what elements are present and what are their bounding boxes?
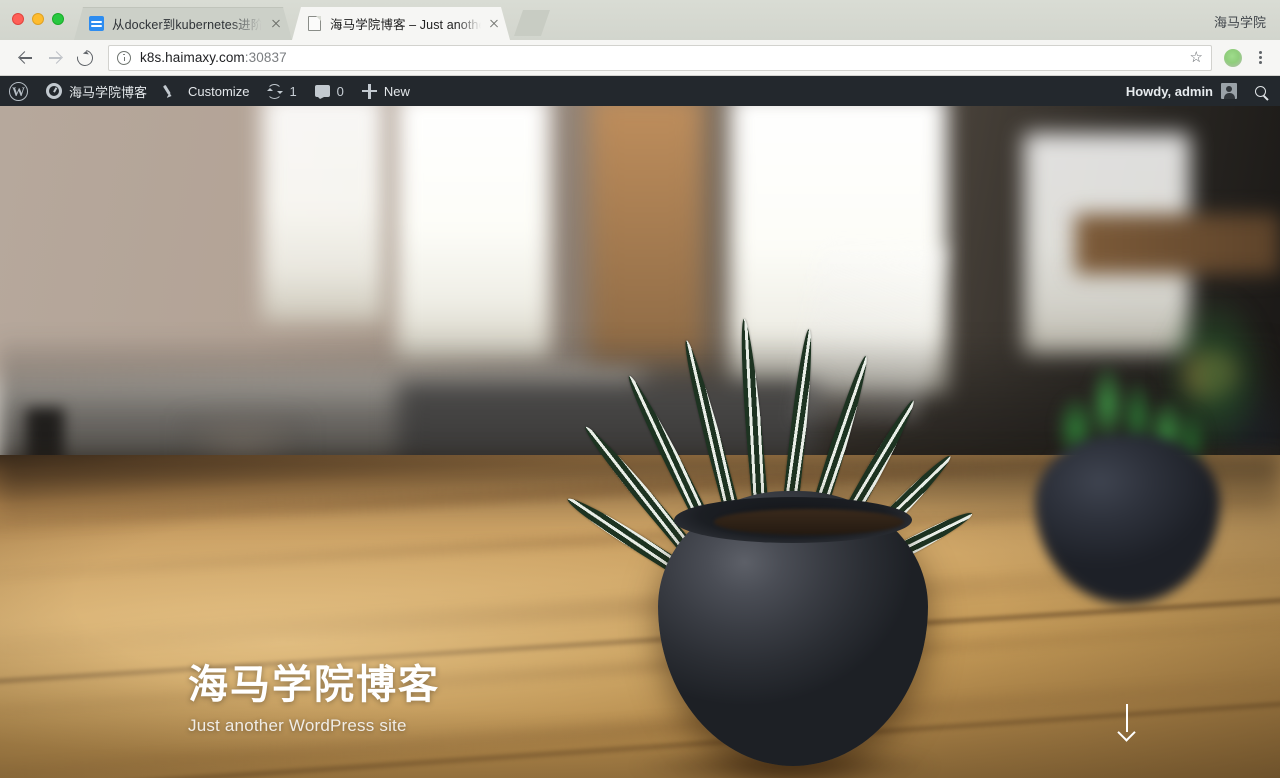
avatar: [1221, 83, 1237, 99]
url-host: k8s.haimaxy.com: [140, 50, 245, 65]
adminbar-new-label: New: [383, 83, 410, 99]
forward-arrow-icon: [48, 50, 63, 65]
secondary-potted-plant: [1015, 346, 1245, 626]
adminbar-comments-count: 0: [336, 83, 344, 99]
url-port: :30837: [244, 50, 287, 65]
tabs-container: 从docker到kubernetes进阶课程 海马学院博客 – Just ano…: [74, 0, 550, 40]
adminbar-item-customize[interactable]: Customize: [156, 76, 258, 106]
maximize-window-button[interactable]: [52, 13, 64, 25]
background-window: [396, 106, 551, 362]
wordpress-logo-menu[interactable]: W: [0, 76, 37, 106]
blue-doc-icon: [88, 16, 104, 32]
browser-toolbar: k8s.haimaxy.com:30837 ☆: [0, 40, 1280, 76]
profile-avatar-icon[interactable]: [1224, 48, 1242, 67]
search-icon: [1255, 85, 1266, 97]
close-window-button[interactable]: [12, 13, 24, 25]
reload-icon: [73, 46, 97, 69]
window-traffic-lights: [12, 13, 64, 25]
plus-icon: [361, 83, 377, 99]
tab-1-title: 从docker到kubernetes进阶课程: [112, 18, 263, 32]
adminbar-updates-count: 1: [289, 83, 297, 99]
adminbar-item-comments[interactable]: 0: [306, 76, 353, 106]
bookmark-star-icon[interactable]: ☆: [1190, 50, 1203, 65]
adminbar-site-name-label: 海马学院博客: [69, 84, 148, 100]
close-icon[interactable]: [486, 16, 502, 32]
tab-2-title: 海马学院博客 – Just another WordPress site: [330, 18, 481, 32]
page-icon: [306, 16, 322, 32]
comment-icon: [314, 85, 330, 99]
browser-window: 从docker到kubernetes进阶课程 海马学院博客 – Just ano…: [0, 0, 1280, 778]
adminbar-customize-label: Customize: [188, 83, 250, 99]
hero-header: 海马学院博客 Just another WordPress site: [0, 106, 1280, 778]
wordpress-admin-bar: W 海马学院博客 Customize 1 0 New Howdy, admin: [0, 76, 1280, 106]
url-text: k8s.haimaxy.com:30837: [140, 50, 287, 65]
adminbar-search-button[interactable]: [1247, 85, 1280, 97]
hero-text-block: 海马学院博客 Just another WordPress site: [188, 660, 440, 736]
plant-pot: [658, 491, 928, 766]
secondary-plant-pot: [1035, 434, 1220, 604]
pot-soil: [714, 509, 904, 535]
adminbar-item-new[interactable]: New: [353, 76, 419, 106]
background-window: [262, 106, 384, 322]
howdy-label: Howdy, admin: [1125, 83, 1213, 99]
adminbar-item-updates[interactable]: 1: [258, 76, 305, 106]
browser-tab-strip: 从docker到kubernetes进阶课程 海马学院博客 – Just ano…: [0, 0, 1280, 40]
background-shelf: [1075, 213, 1280, 274]
adminbar-account-menu[interactable]: Howdy, admin: [1118, 83, 1247, 99]
site-info-icon[interactable]: [117, 50, 131, 65]
browser-tab-1[interactable]: 从docker到kubernetes进阶课程: [74, 7, 292, 40]
new-tab-button[interactable]: [514, 10, 550, 36]
three-dot-menu-icon[interactable]: [1250, 50, 1270, 65]
back-button[interactable]: [10, 43, 40, 73]
browser-tab-2[interactable]: 海马学院博客 – Just another WordPress site: [292, 7, 510, 40]
minimize-window-button[interactable]: [32, 13, 44, 25]
update-icon: [266, 83, 283, 99]
page-title: 海马学院博客: [188, 663, 440, 707]
pot-rim: [674, 497, 912, 543]
profile-name-label[interactable]: 海马学院: [1214, 12, 1266, 31]
site-tagline: Just another WordPress site: [188, 716, 407, 735]
forward-button[interactable]: [40, 43, 70, 73]
wordpress-logo-icon: W: [9, 81, 28, 101]
close-icon[interactable]: [268, 16, 284, 32]
back-arrow-icon: [18, 50, 33, 65]
scroll-down-arrow-icon[interactable]: [1114, 704, 1140, 742]
adminbar-right-group: Howdy, admin: [1118, 83, 1280, 99]
dashboard-icon: [46, 83, 62, 99]
adminbar-item-site-name[interactable]: 海马学院博客: [37, 76, 156, 106]
reload-button[interactable]: [70, 43, 100, 73]
main-potted-plant: [563, 266, 976, 778]
address-bar[interactable]: k8s.haimaxy.com:30837 ☆: [108, 44, 1212, 71]
paintbrush-icon: [165, 83, 181, 99]
